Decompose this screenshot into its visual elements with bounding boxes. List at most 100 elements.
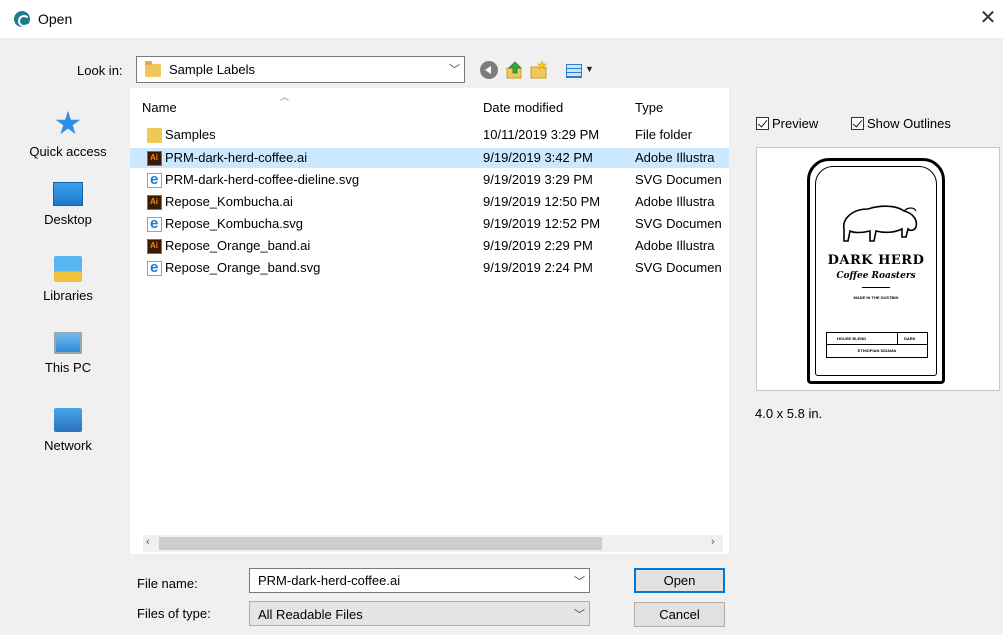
libraries-icon (54, 256, 82, 282)
svg-file-icon (147, 259, 162, 276)
look-in-value: Sample Labels (169, 62, 255, 77)
label-made-text: MADE IN THE DUSTBIN (853, 295, 899, 300)
label-subtitle-text: Coffee Roasters (836, 271, 916, 281)
back-icon[interactable] (480, 61, 498, 79)
chevron-down-icon: ﹀ (449, 64, 460, 76)
place-label: Network (44, 438, 92, 453)
file-name-input[interactable]: PRM-dark-herd-coffee.ai ﹀ (249, 568, 590, 593)
up-folder-icon[interactable] (506, 61, 524, 79)
places-bar: ★ Quick access Desktop Libraries This PC… (13, 96, 123, 622)
file-row[interactable]: Samples 10/11/2019 3:29 PM File folder (130, 125, 729, 145)
chevron-down-icon[interactable]: ﹀ (574, 573, 585, 589)
open-button[interactable]: Open (634, 568, 725, 593)
file-name-cell: Repose_Orange_band.svg (165, 260, 321, 275)
place-label: This PC (44, 360, 92, 375)
quick-access-star-icon: ★ (53, 105, 83, 141)
svg-file-icon (147, 171, 162, 188)
file-row[interactable]: Repose_Kombucha.svg 9/19/2019 12:52 PM S… (130, 214, 729, 234)
chevron-down-icon: ﹀ (574, 609, 585, 621)
files-of-type-select[interactable]: All Readable Files ﹀ (249, 601, 590, 626)
place-label: Libraries (43, 288, 93, 303)
file-type-cell: SVG Documen (635, 216, 722, 231)
checkbox-checked-icon (851, 117, 864, 130)
close-icon[interactable]: ✕ (977, 6, 999, 30)
illustrator-file-icon (147, 239, 162, 254)
label-blend-text: HOUSE BLEND (837, 336, 867, 341)
file-name-cell: Repose_Kombucha.ai (165, 194, 293, 209)
file-type-cell: Adobe Illustra (635, 194, 715, 209)
file-row[interactable]: PRM-dark-herd-coffee-dieline.svg 9/19/20… (130, 170, 729, 190)
scrollbar-thumb[interactable] (159, 537, 602, 550)
horizontal-scrollbar[interactable]: ‹ › (143, 535, 723, 552)
desktop-icon (53, 182, 83, 206)
label-blend-box: HOUSE BLEND DARK ETHIOPIAN SIDAMA (826, 332, 928, 358)
place-quick-access[interactable]: ★ Quick access (13, 105, 123, 159)
place-network[interactable]: Network (13, 408, 123, 453)
file-row[interactable]: Repose_Kombucha.ai 9/19/2019 12:50 PM Ad… (130, 192, 729, 212)
file-name-cell: Repose_Orange_band.ai (165, 238, 311, 253)
file-row-selected[interactable]: PRM-dark-herd-coffee.ai 9/19/2019 3:42 P… (130, 148, 729, 168)
view-menu-icon[interactable] (566, 64, 582, 78)
illustrator-file-icon (147, 151, 162, 166)
place-libraries[interactable]: Libraries (13, 256, 123, 303)
sort-ascending-icon: ︿ (280, 92, 290, 102)
app-icon (14, 11, 30, 27)
file-name-cell: PRM-dark-herd-coffee-dieline.svg (165, 172, 360, 187)
file-row[interactable]: Repose_Orange_band.svg 9/19/2019 2:24 PM… (130, 258, 729, 278)
window-title: Open (38, 11, 73, 27)
preview-pane: DARK HERD Coffee Roasters MADE IN THE DU… (756, 147, 1000, 391)
illustrator-file-icon (147, 195, 162, 210)
files-of-type-value: All Readable Files (258, 607, 363, 622)
column-header-type[interactable]: Type (635, 100, 663, 115)
place-this-pc[interactable]: This PC (13, 332, 123, 375)
file-date-cell: 9/19/2019 2:29 PM (483, 238, 593, 253)
look-in-label: Look in: (77, 63, 123, 78)
column-header-date[interactable]: Date modified (483, 100, 563, 115)
svg-file-icon (147, 215, 162, 232)
preview-dimensions: 4.0 x 5.8 in. (755, 406, 823, 421)
scroll-right-icon[interactable]: › (711, 536, 715, 548)
column-header-name[interactable]: Name (142, 100, 177, 115)
label-divider (862, 287, 890, 288)
file-name-cell: Samples (165, 127, 216, 142)
label-brand-text: DARK HERD (827, 253, 925, 268)
this-pc-icon (54, 332, 82, 354)
label-blend-row: HOUSE BLEND DARK (827, 333, 927, 345)
place-label: Desktop (44, 212, 92, 227)
file-type-cell: Adobe Illustra (635, 238, 715, 253)
files-of-type-label: Files of type: (137, 606, 211, 621)
cancel-button[interactable]: Cancel (634, 602, 725, 627)
label-roast-text: DARK (904, 336, 916, 341)
file-type-cell: SVG Documen (635, 260, 722, 275)
network-icon (54, 408, 82, 432)
file-row[interactable]: Repose_Orange_band.ai 9/19/2019 2:29 PM … (130, 236, 729, 256)
label-blend-divider (897, 333, 898, 345)
label-preview-image: DARK HERD Coffee Roasters MADE IN THE DU… (807, 158, 945, 384)
checkbox-checked-icon (756, 117, 769, 130)
file-name-value: PRM-dark-herd-coffee.ai (258, 573, 401, 588)
preview-checkbox[interactable]: Preview (756, 116, 818, 131)
show-outlines-checkbox-label: Show Outlines (867, 116, 951, 131)
file-name-cell: PRM-dark-herd-coffee.ai (165, 150, 308, 165)
place-desktop[interactable]: Desktop (13, 182, 123, 227)
file-date-cell: 9/19/2019 12:50 PM (483, 194, 601, 209)
look-in-dropdown[interactable]: Sample Labels ﹀ (136, 56, 465, 83)
title-bar: Open ✕ (0, 0, 1003, 38)
file-date-cell: 9/19/2019 12:52 PM (483, 216, 601, 231)
folder-icon (147, 128, 162, 143)
file-type-cell: Adobe Illustra (635, 150, 715, 165)
file-name-label: File name: (137, 576, 198, 591)
place-label: Quick access (29, 144, 107, 159)
scroll-left-icon[interactable]: ‹ (146, 536, 150, 548)
show-outlines-checkbox[interactable]: Show Outlines (851, 116, 951, 131)
bison-icon (843, 205, 918, 242)
new-folder-icon[interactable] (530, 61, 548, 79)
file-date-cell: 9/19/2019 3:29 PM (483, 172, 593, 187)
file-list[interactable]: Name ︿ Date modified Type Samples 10/11/… (130, 88, 729, 554)
label-origin-text: ETHIOPIAN SIDAMA (857, 348, 897, 353)
folder-icon (145, 61, 161, 77)
preview-checkbox-label: Preview (772, 116, 819, 131)
view-menu-arrow-icon[interactable]: ▼ (585, 64, 594, 74)
file-type-cell: SVG Documen (635, 172, 722, 187)
file-name-cell: Repose_Kombucha.svg (165, 216, 304, 231)
